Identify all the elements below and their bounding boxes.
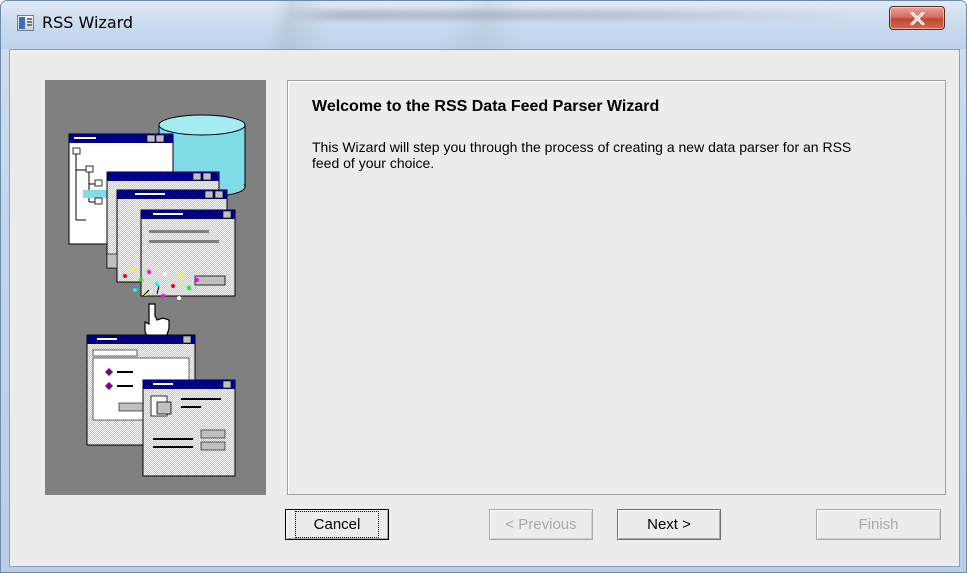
wizard-illustration-panel: [45, 80, 266, 495]
app-icon[interactable]: [17, 15, 34, 31]
cancel-button[interactable]: Cancel: [285, 509, 389, 540]
finish-button[interactable]: Finish: [816, 509, 941, 540]
dialog-windows-icon: [86, 334, 236, 477]
wizard-illustration: [68, 114, 246, 477]
wizard-content-panel: Welcome to the RSS Data Feed Parser Wiza…: [287, 80, 946, 495]
previous-button-label: < Previous: [505, 516, 577, 533]
wizard-description: This Wizard will step you through the pr…: [312, 139, 852, 171]
close-x-icon: [910, 12, 925, 25]
window-title: RSS Wizard: [42, 13, 134, 32]
window-frame: RSS Wizard Welcome to the RSS Data Feed …: [0, 0, 967, 573]
finish-button-label: Finish: [858, 516, 899, 533]
next-button[interactable]: Next >: [617, 509, 721, 540]
close-button[interactable]: [889, 6, 945, 30]
cancel-button-label: Cancel: [294, 511, 380, 538]
title-bar[interactable]: RSS Wizard: [1, 1, 966, 49]
previous-button[interactable]: < Previous: [489, 509, 593, 540]
next-button-label: Next >: [647, 516, 691, 533]
title-bar-background-blur: [283, 10, 853, 20]
wizard-heading: Welcome to the RSS Data Feed Parser Wiza…: [312, 98, 660, 115]
dialog-client-area: Welcome to the RSS Data Feed Parser Wiza…: [9, 49, 960, 567]
